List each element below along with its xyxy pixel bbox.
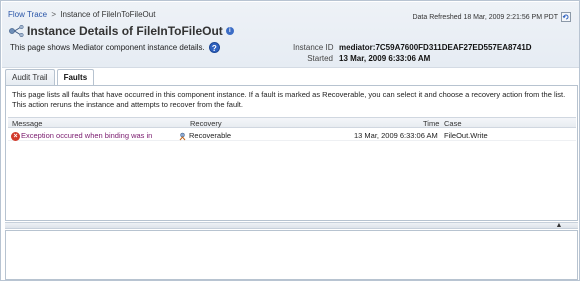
instance-id-field: Instance ID mediator:7C59A7600FD311DEAF27… [293, 43, 532, 52]
page-header: Flow Trace > Instance of FileInToFileOut… [2, 2, 579, 68]
fault-case-value: FileOut.Write [444, 131, 488, 140]
started-field: Started 13 Mar, 2009 6:33:06 AM [293, 54, 430, 63]
error-icon: × [11, 131, 20, 141]
instance-id-value: mediator:7C59A7600FD311DEAF27ED557EA8741… [339, 43, 532, 52]
fault-recovery-cell: Recoverable [178, 131, 231, 141]
title-row: Instance Details of FileInToFileOut i [8, 24, 234, 38]
faults-table-header: Message Recovery Time Case [8, 117, 576, 128]
breadcrumb: Flow Trace > Instance of FileInToFileOut [8, 10, 155, 19]
info-icon[interactable]: i [225, 27, 234, 35]
tab-audit-trail[interactable]: Audit Trail [5, 69, 55, 85]
started-value: 13 Mar, 2009 6:33:06 AM [339, 54, 431, 63]
breadcrumb-flow-trace-link[interactable]: Flow Trace [8, 10, 47, 19]
pane-splitter[interactable]: ▲ [5, 222, 578, 229]
breadcrumb-current: Instance of FileInToFileOut [60, 10, 156, 19]
instance-id-label: Instance ID [293, 43, 334, 52]
faults-description: This page lists all faults that have occ… [12, 90, 566, 109]
fault-time-value: 13 Mar, 2009 6:33:06 AM [354, 131, 438, 140]
refresh-icon[interactable] [561, 12, 571, 22]
help-icon[interactable]: ? [208, 42, 220, 53]
table-row[interactable]: × Exception occured when binding was in R… [8, 129, 576, 141]
recover-icon [178, 132, 187, 141]
fault-message-link[interactable]: Exception occured when binding was in [21, 131, 152, 140]
page-subtitle: This page shows Mediator component insta… [10, 42, 220, 53]
component-icon [8, 24, 24, 38]
fault-recovery-value: Recoverable [189, 131, 232, 140]
window-frame: Flow Trace > Instance of FileInToFileOut… [0, 0, 580, 281]
tab-bar: Audit Trail Faults [5, 69, 95, 86]
page-title: Instance Details of FileInToFileOut [27, 24, 223, 38]
faults-panel: This page lists all faults that have occ… [5, 85, 578, 221]
chevron-up-icon[interactable]: ▲ [554, 222, 564, 229]
tab-faults[interactable]: Faults [56, 69, 95, 86]
subtitle-text: This page shows Mediator component insta… [10, 43, 205, 52]
refresh-status: Data Refreshed 18 Mar, 2009 2:21:56 PM P… [412, 12, 571, 22]
column-header-case[interactable]: Case [444, 119, 462, 128]
fault-message-cell: × Exception occured when binding was in [11, 131, 152, 141]
column-header-message[interactable]: Message [12, 119, 42, 128]
column-header-recovery[interactable]: Recovery [190, 119, 222, 128]
breadcrumb-separator: > [51, 10, 57, 19]
detail-pane [5, 230, 578, 280]
column-header-time[interactable]: Time [423, 119, 439, 128]
started-label: Started [307, 54, 333, 63]
refresh-text: Data Refreshed 18 Mar, 2009 2:21:56 PM P… [412, 13, 558, 21]
